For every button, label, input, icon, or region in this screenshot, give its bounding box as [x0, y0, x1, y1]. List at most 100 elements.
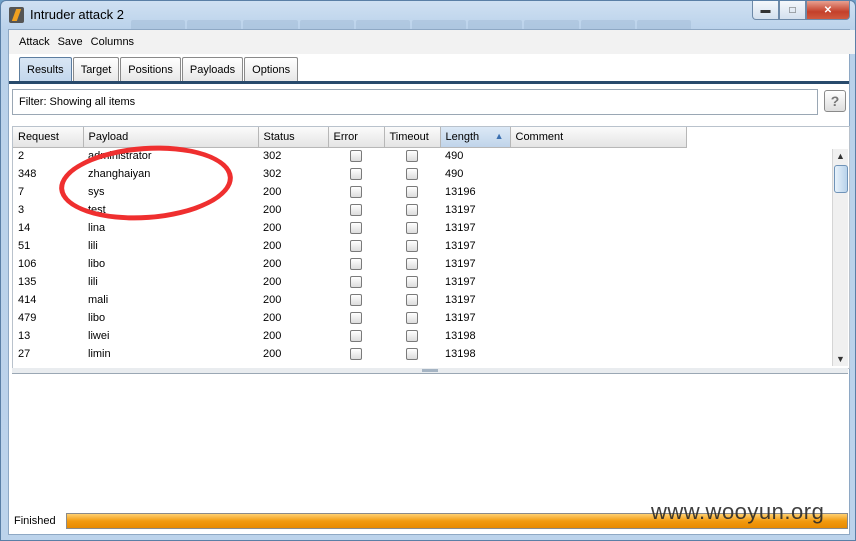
cell-status: 200 [263, 330, 282, 342]
cell-error [328, 273, 384, 291]
cell-status: 200 [263, 312, 282, 324]
column-header-length[interactable]: Length ▲ [440, 127, 511, 148]
cell-length: 13198 [445, 330, 476, 342]
scroll-thumb[interactable] [834, 165, 848, 193]
watermark-text: www.wooyun.org [651, 499, 825, 524]
cell-error [328, 255, 384, 273]
column-header-status[interactable]: Status [258, 127, 329, 148]
tab-positions[interactable]: Positions [120, 57, 181, 82]
error-checkbox [350, 348, 362, 361]
column-header-request[interactable]: Request [13, 127, 84, 148]
table-row[interactable]: 106 libo 200 13197 [13, 255, 686, 273]
timeout-checkbox [406, 276, 418, 289]
cell-length: 13198 [445, 348, 476, 360]
help-icon[interactable]: ? [824, 90, 846, 112]
error-checkbox [350, 294, 362, 307]
column-header-payload[interactable]: Payload [83, 127, 259, 148]
table-row[interactable]: 51 lili 200 13197 [13, 237, 686, 255]
minimize-icon[interactable]: ▬ [752, 1, 779, 20]
cell-comment [510, 291, 686, 309]
scroll-up-icon[interactable]: ▲ [833, 149, 848, 163]
cell-request: 135 [18, 276, 37, 288]
filter-bar[interactable]: Filter: Showing all items [12, 89, 818, 115]
menu-attack[interactable]: Attack [19, 36, 50, 48]
cell-request: 14 [18, 222, 31, 234]
error-checkbox [350, 240, 362, 253]
tab-options[interactable]: Options [244, 57, 299, 82]
error-checkbox [350, 222, 362, 235]
client-area: Attack Save Columns Results Target Posit… [8, 29, 855, 535]
cell-payload: mali [88, 294, 109, 306]
close-icon[interactable]: ✕ [806, 1, 850, 20]
pane-splitter[interactable] [12, 368, 848, 374]
cell-length: 13197 [445, 240, 476, 252]
cell-timeout [384, 165, 440, 183]
error-checkbox [350, 186, 362, 199]
timeout-checkbox [406, 258, 418, 271]
cell-comment [510, 255, 686, 273]
table-row[interactable]: 135 lili 200 13197 [13, 273, 686, 291]
filter-text: Filter: Showing all items [19, 96, 136, 108]
error-checkbox [350, 168, 362, 181]
cell-length: 490 [445, 150, 464, 163]
column-header-error[interactable]: Error [328, 127, 385, 148]
cell-request: 2 [18, 150, 25, 163]
tab-target[interactable]: Target [72, 57, 120, 82]
cell-length: 490 [445, 168, 464, 180]
cell-error [328, 183, 384, 201]
cell-comment [510, 165, 686, 183]
cell-length: 13197 [445, 276, 476, 288]
table-row[interactable]: 13 liwei 200 13198 [13, 327, 686, 345]
cell-payload: lina [88, 222, 106, 234]
title-bar[interactable]: Intruder attack 2 ▬ □ ✕ [1, 1, 855, 29]
menu-columns[interactable]: Columns [91, 36, 134, 48]
table-row[interactable]: 479 libo 200 13197 [13, 309, 686, 327]
vertical-scrollbar[interactable]: ▲ ▼ [832, 149, 848, 366]
cell-status: 200 [263, 276, 282, 288]
cell-request: 106 [18, 258, 37, 270]
scroll-down-icon[interactable]: ▼ [833, 352, 848, 366]
timeout-checkbox [406, 348, 418, 361]
timeout-checkbox [406, 222, 418, 235]
table-row[interactable]: 14 lina 200 13197 [13, 219, 686, 237]
cell-status: 200 [263, 258, 282, 270]
error-checkbox [350, 150, 362, 163]
cell-timeout [384, 309, 440, 327]
table-row[interactable]: 27 limin 200 13198 [13, 345, 686, 363]
cell-status: 302 [263, 150, 282, 163]
cell-status: 200 [263, 240, 282, 252]
window-controls: ▬ □ ✕ [752, 1, 850, 20]
cell-timeout [384, 219, 440, 237]
cell-timeout [384, 327, 440, 345]
cell-comment [510, 183, 686, 201]
cell-timeout [384, 237, 440, 255]
column-header-length-label: Length [445, 130, 480, 143]
maximize-icon[interactable]: □ [779, 1, 806, 20]
cell-error [328, 237, 384, 255]
tab-payloads[interactable]: Payloads [181, 57, 244, 82]
timeout-checkbox [406, 204, 418, 217]
cell-payload: libo [88, 312, 106, 324]
table-row[interactable]: 414 mali 200 13197 [13, 291, 686, 309]
cell-comment [510, 219, 686, 237]
cell-status: 302 [263, 168, 282, 180]
cell-comment [510, 345, 686, 363]
error-checkbox [350, 258, 362, 271]
menu-save[interactable]: Save [58, 36, 83, 48]
tab-underline [9, 81, 849, 84]
splitter-grip-icon [422, 369, 438, 372]
column-header-timeout[interactable]: Timeout [384, 127, 441, 148]
cell-status: 200 [263, 294, 282, 306]
tab-results[interactable]: Results [19, 57, 72, 82]
error-checkbox [350, 276, 362, 289]
cell-error [328, 219, 384, 237]
cell-request: 51 [18, 240, 31, 252]
column-header-comment[interactable]: Comment [510, 127, 687, 148]
cell-error [328, 309, 384, 327]
cell-payload: limin [88, 348, 111, 360]
cell-length: 13197 [445, 312, 476, 324]
timeout-checkbox [406, 330, 418, 343]
cell-error [328, 165, 384, 183]
cell-timeout [384, 345, 440, 363]
cell-length: 13197 [445, 258, 476, 270]
